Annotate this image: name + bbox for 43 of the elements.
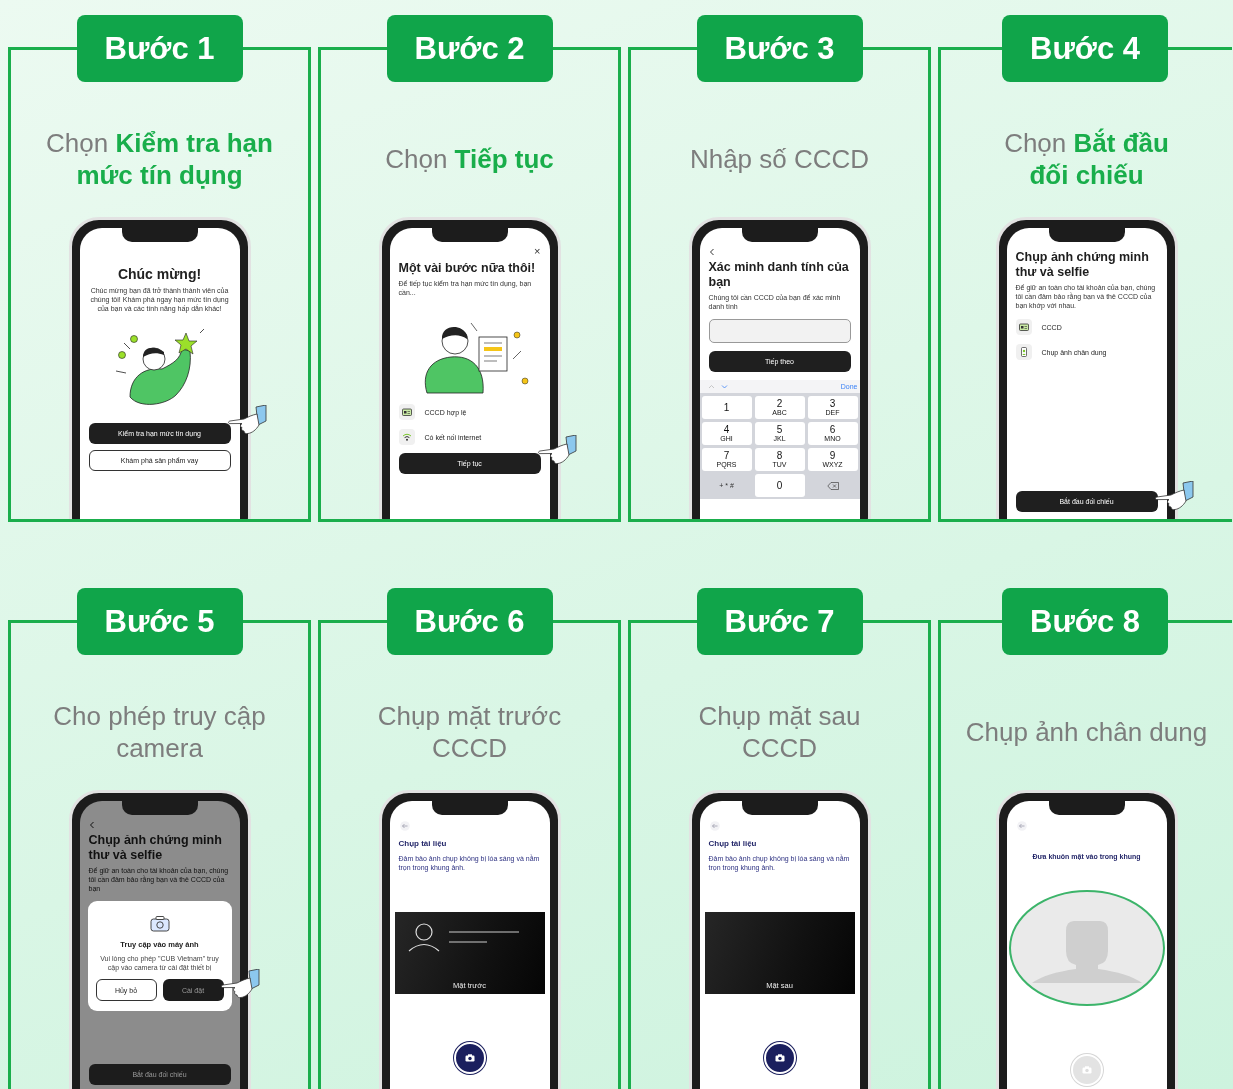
close-button[interactable]: × (534, 246, 541, 257)
step-caption: Cho phép truy cập camera (53, 700, 266, 765)
screen-heading: Chụp tài liệu (708, 839, 758, 848)
step-badge: Bước 3 (696, 15, 863, 82)
camera-icon (774, 1054, 785, 1063)
keypad-key[interactable]: 0 (754, 474, 805, 498)
step-caption: Chụp ảnh chân dung (965, 716, 1208, 749)
step-caption: Chụp mặt trước CCCD (377, 700, 562, 765)
step-badge: Bước 5 (76, 588, 243, 655)
shutter-button[interactable] (453, 1042, 486, 1075)
step-caption: Chọn Tiếp tục (385, 143, 554, 176)
back-arrow-icon[interactable] (398, 821, 411, 831)
step-badge: Bước 8 (1002, 588, 1168, 655)
screen-heading: Chụp tài liệu (398, 839, 448, 848)
keypad-key[interactable]: 1 (701, 396, 752, 420)
back-chevron-icon[interactable] (708, 248, 715, 256)
input-field[interactable] (708, 319, 851, 344)
chevron-down-icon[interactable] (720, 384, 728, 390)
back-arrow-icon[interactable] (1015, 821, 1028, 831)
camera-icon (464, 1054, 475, 1063)
text-lines-icon (448, 930, 519, 945)
screen-heading: Một vài bước nữa thôi! (398, 261, 537, 276)
backspace-icon[interactable] (826, 481, 839, 490)
screen-heading: Chụp ảnh chứng minh thư và selfie (1015, 250, 1150, 280)
step-badge: Bước 6 (386, 588, 553, 655)
chevron-up-icon[interactable] (707, 384, 715, 390)
step-caption: Chụp mặt sau CCCD (698, 700, 861, 765)
person-outline-icon (406, 922, 441, 953)
back-arrow-icon[interactable] (708, 821, 721, 831)
screen-heading: Chụp ảnh chứng minh thư và selfie (88, 833, 223, 863)
screen-title: Chúc mừng! (116, 266, 203, 282)
shutter-button[interactable] (763, 1042, 796, 1075)
screen-heading: Xác minh danh tính của bạn (708, 260, 850, 290)
step-badge: Bước 1 (76, 15, 243, 82)
step-badge: Bước 2 (386, 15, 553, 82)
step-badge: Bước 7 (696, 588, 863, 655)
camera-icon (148, 915, 171, 933)
step-badge: Bước 4 (1002, 15, 1168, 82)
step-caption: Nhập số CCCD (689, 143, 870, 176)
step-caption: Chọn Kiểm tra hạn mức tín dụng (46, 127, 273, 192)
back-chevron-icon[interactable] (88, 821, 95, 829)
camera-icon (1081, 1066, 1092, 1074)
step-caption: Chọn Bắt đầu đối chiếu (1004, 127, 1169, 192)
